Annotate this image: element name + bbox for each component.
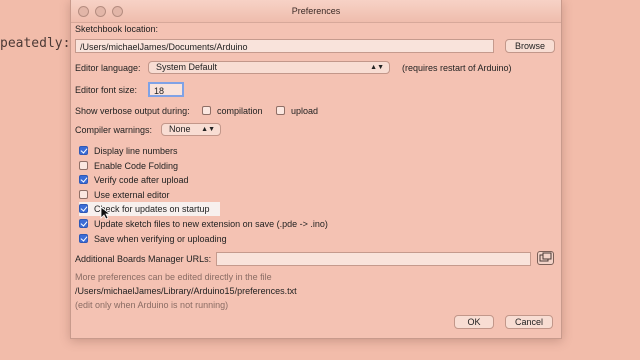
option-save-when-verifying[interactable]: Save when verifying or uploading: [79, 234, 227, 244]
close-window-button[interactable]: [78, 6, 89, 17]
window-controls: [78, 6, 123, 17]
enable-code-folding-checkbox[interactable]: [79, 161, 88, 170]
option-use-external-editor[interactable]: Use external editor: [79, 190, 170, 200]
compiler-warnings-select[interactable]: None ▲▼: [161, 123, 221, 136]
compiler-warnings-label: Compiler warnings:: [75, 125, 153, 135]
preferences-dialog: Preferences Sketchbook location: /Users/…: [70, 0, 562, 339]
option-label: Display line numbers: [94, 146, 178, 156]
boards-manager-label: Additional Boards Manager URLs:: [75, 254, 212, 264]
verbose-label: Show verbose output during:: [75, 106, 190, 116]
boards-manager-urls-input[interactable]: [216, 252, 531, 266]
compiler-warnings-value: None: [169, 124, 191, 134]
option-update-extension[interactable]: Update sketch files to new extension on …: [79, 219, 328, 229]
display-line-numbers-checkbox[interactable]: [79, 146, 88, 155]
sketchbook-path-field[interactable]: /Users/michaelJames/Documents/Arduino: [75, 39, 494, 53]
language-restart-note: (requires restart of Arduino): [402, 63, 512, 73]
option-label: Verify code after upload: [94, 175, 189, 185]
option-enable-code-folding[interactable]: Enable Code Folding: [79, 161, 178, 171]
edit-urls-window-icon[interactable]: [537, 251, 554, 265]
font-size-label: Editor font size:: [75, 85, 138, 95]
mouse-pointer-icon: [100, 206, 110, 220]
background-code-text: peatedly:: [0, 36, 71, 51]
edit-hint-text: (edit only when Arduino is not running): [75, 300, 229, 310]
minimize-window-button[interactable]: [95, 6, 106, 17]
editor-language-label: Editor language:: [75, 63, 141, 73]
preferences-file-path: /Users/michaelJames/Library/Arduino15/pr…: [75, 286, 297, 296]
editor-language-value: System Default: [156, 62, 218, 72]
window-title: Preferences: [291, 6, 341, 16]
window-icon: [539, 252, 552, 262]
verbose-upload-checkbox[interactable]: [276, 106, 285, 115]
title-bar: Preferences: [71, 0, 561, 23]
use-external-editor-checkbox[interactable]: [79, 190, 88, 199]
update-extension-checkbox[interactable]: [79, 219, 88, 228]
verify-after-upload-checkbox[interactable]: [79, 175, 88, 184]
option-display-line-numbers[interactable]: Display line numbers: [79, 146, 178, 156]
option-label: Check for updates on startup: [94, 204, 210, 214]
ok-button[interactable]: OK: [454, 315, 494, 329]
option-label: Update sketch files to new extension on …: [94, 219, 328, 229]
sketchbook-label: Sketchbook location:: [75, 24, 159, 34]
font-size-input[interactable]: 18: [148, 82, 184, 97]
footer-info-text: More preferences can be edited directly …: [75, 272, 272, 282]
check-updates-checkbox[interactable]: [79, 204, 88, 213]
editor-language-select[interactable]: System Default ▲▼: [148, 61, 390, 74]
option-label: Enable Code Folding: [94, 161, 179, 171]
option-label: Save when verifying or uploading: [94, 234, 227, 244]
save-when-verifying-checkbox[interactable]: [79, 234, 88, 243]
verbose-upload-option[interactable]: upload: [276, 106, 318, 116]
select-arrows-icon: ▲▼: [370, 64, 384, 71]
verbose-compilation-label: compilation: [217, 106, 263, 116]
option-verify-after-upload[interactable]: Verify code after upload: [79, 175, 189, 185]
verbose-compilation-option[interactable]: compilation: [202, 106, 263, 116]
cancel-button[interactable]: Cancel: [505, 315, 553, 329]
browse-button[interactable]: Browse: [505, 39, 555, 53]
select-arrows-icon: ▲▼: [201, 126, 215, 133]
option-label: Use external editor: [94, 190, 170, 200]
verbose-compilation-checkbox[interactable]: [202, 106, 211, 115]
zoom-window-button[interactable]: [112, 6, 123, 17]
verbose-upload-label: upload: [291, 106, 319, 116]
